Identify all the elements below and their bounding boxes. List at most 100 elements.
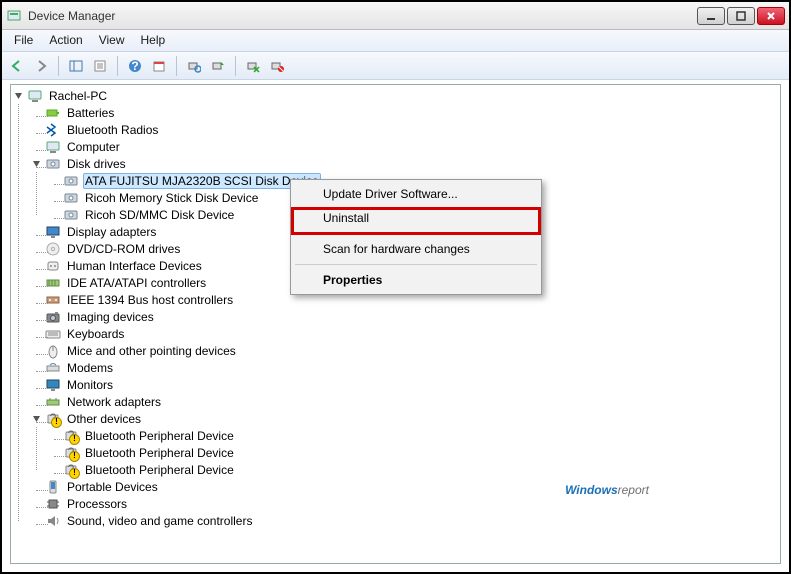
context-menu-separator <box>295 264 537 265</box>
svg-text:?: ? <box>50 411 57 425</box>
svg-text:?: ? <box>68 462 75 476</box>
tree-item[interactable]: Portable Devices <box>31 478 780 495</box>
menu-help[interactable]: Help <box>133 30 174 51</box>
expand-icon <box>31 481 42 492</box>
tree-item[interactable]: Monitors <box>31 376 780 393</box>
tree-item-label: Modems <box>65 360 115 376</box>
tree-item[interactable]: Sound, video and game controllers <box>31 512 780 529</box>
modem-icon <box>45 360 61 376</box>
tree-item-label: Bluetooth Peripheral Device <box>83 428 236 444</box>
tree-item-label: Keyboards <box>65 326 126 342</box>
tree-item-label: ATA FUJITSU MJA2320B SCSI Disk Device <box>83 173 321 189</box>
app-icon <box>6 8 22 24</box>
maximize-button[interactable] <box>727 7 755 25</box>
scan-hardware-button[interactable] <box>183 55 205 77</box>
other-icon: ? <box>63 445 79 461</box>
tree-item[interactable]: Network adapters <box>31 393 780 410</box>
expand-icon <box>31 243 42 254</box>
tree-item[interactable]: ?Other devices <box>31 410 780 427</box>
expand-icon <box>31 515 42 526</box>
forward-button[interactable] <box>30 55 52 77</box>
separator <box>117 56 118 76</box>
toolbar: ? <box>2 52 789 80</box>
context-menu-separator <box>295 233 537 234</box>
help-button[interactable]: ? <box>124 55 146 77</box>
tree-item-label: Mice and other pointing devices <box>65 343 238 359</box>
bluetooth-icon <box>45 122 61 138</box>
tree-item-label: Computer <box>65 139 122 155</box>
expand-icon <box>31 379 42 390</box>
tree-item-label: Monitors <box>65 377 115 393</box>
tree-item-label: Rachel-PC <box>47 88 109 104</box>
expand-icon <box>31 226 42 237</box>
expand-icon <box>49 192 60 203</box>
expand-icon <box>31 260 42 271</box>
tree-item[interactable]: ?Bluetooth Peripheral Device <box>49 461 780 478</box>
tree-item[interactable]: ?Bluetooth Peripheral Device <box>49 444 780 461</box>
tree-item[interactable]: Computer <box>31 138 780 155</box>
tree-item-label: IEEE 1394 Bus host controllers <box>65 292 235 308</box>
tree-item[interactable]: Batteries <box>31 104 780 121</box>
menu-file[interactable]: File <box>6 30 41 51</box>
other-icon: ? <box>63 462 79 478</box>
expand-icon <box>31 311 42 322</box>
properties-button[interactable] <box>89 55 111 77</box>
context-menu-item[interactable]: Scan for hardware changes <box>293 237 539 261</box>
tree-item[interactable]: ?Bluetooth Peripheral Device <box>49 427 780 444</box>
expand-icon <box>31 345 42 356</box>
dates-button[interactable] <box>148 55 170 77</box>
tree-item-label: Ricoh SD/MMC Disk Device <box>83 207 236 223</box>
menu-action[interactable]: Action <box>41 30 90 51</box>
tree-item-label: DVD/CD-ROM drives <box>65 241 182 257</box>
expand-icon <box>31 141 42 152</box>
network-icon <box>45 394 61 410</box>
collapse-icon[interactable] <box>31 158 42 169</box>
minimize-button[interactable] <box>697 7 725 25</box>
separator <box>58 56 59 76</box>
context-menu: Update Driver Software...Uninstall Scan f… <box>290 179 542 295</box>
monitor-icon <box>45 377 61 393</box>
tree-item[interactable]: Disk drives <box>31 155 780 172</box>
tree-item-label: Portable Devices <box>65 479 160 495</box>
context-menu-item[interactable]: Update Driver Software... <box>293 182 539 206</box>
tree-root[interactable]: Rachel-PC <box>13 87 780 104</box>
tree-item[interactable]: Keyboards <box>31 325 780 342</box>
uninstall-button[interactable] <box>242 55 264 77</box>
context-menu-item[interactable]: Properties <box>293 268 539 292</box>
display-icon <box>45 224 61 240</box>
disk-icon <box>63 173 79 189</box>
tree-item[interactable]: Imaging devices <box>31 308 780 325</box>
window-title: Device Manager <box>28 9 697 23</box>
tree-item-label: Human Interface Devices <box>65 258 204 274</box>
expand-icon <box>31 362 42 373</box>
back-button[interactable] <box>6 55 28 77</box>
collapse-icon[interactable] <box>31 413 42 424</box>
separator <box>176 56 177 76</box>
disable-button[interactable] <box>266 55 288 77</box>
tree-item[interactable]: Modems <box>31 359 780 376</box>
portable-icon <box>45 479 61 495</box>
tree-item-label: Network adapters <box>65 394 163 410</box>
computer-icon <box>27 88 43 104</box>
tree-item-label: Processors <box>65 496 129 512</box>
mouse-icon <box>45 343 61 359</box>
collapse-icon[interactable] <box>13 90 24 101</box>
tree-item[interactable]: Processors <box>31 495 780 512</box>
show-hide-tree-button[interactable] <box>65 55 87 77</box>
other-icon: ? <box>63 428 79 444</box>
tree-item-label: Sound, video and game controllers <box>65 513 254 529</box>
tree-item[interactable]: Mice and other pointing devices <box>31 342 780 359</box>
tree-item-label: Bluetooth Radios <box>65 122 160 138</box>
tree-item[interactable]: Bluetooth Radios <box>31 121 780 138</box>
update-driver-button[interactable] <box>207 55 229 77</box>
menu-view[interactable]: View <box>91 30 133 51</box>
tree-item-label: Disk drives <box>65 156 128 172</box>
device-tree[interactable]: Rachel-PCBatteriesBluetooth RadiosComput… <box>11 85 780 563</box>
close-button[interactable] <box>757 7 785 25</box>
context-menu-item[interactable]: Uninstall <box>293 206 539 230</box>
tree-item-label: Display adapters <box>65 224 158 240</box>
tree-item-label: IDE ATA/ATAPI controllers <box>65 275 208 291</box>
ide-icon <box>45 275 61 291</box>
expand-icon <box>49 430 60 441</box>
expand-icon <box>49 464 60 475</box>
